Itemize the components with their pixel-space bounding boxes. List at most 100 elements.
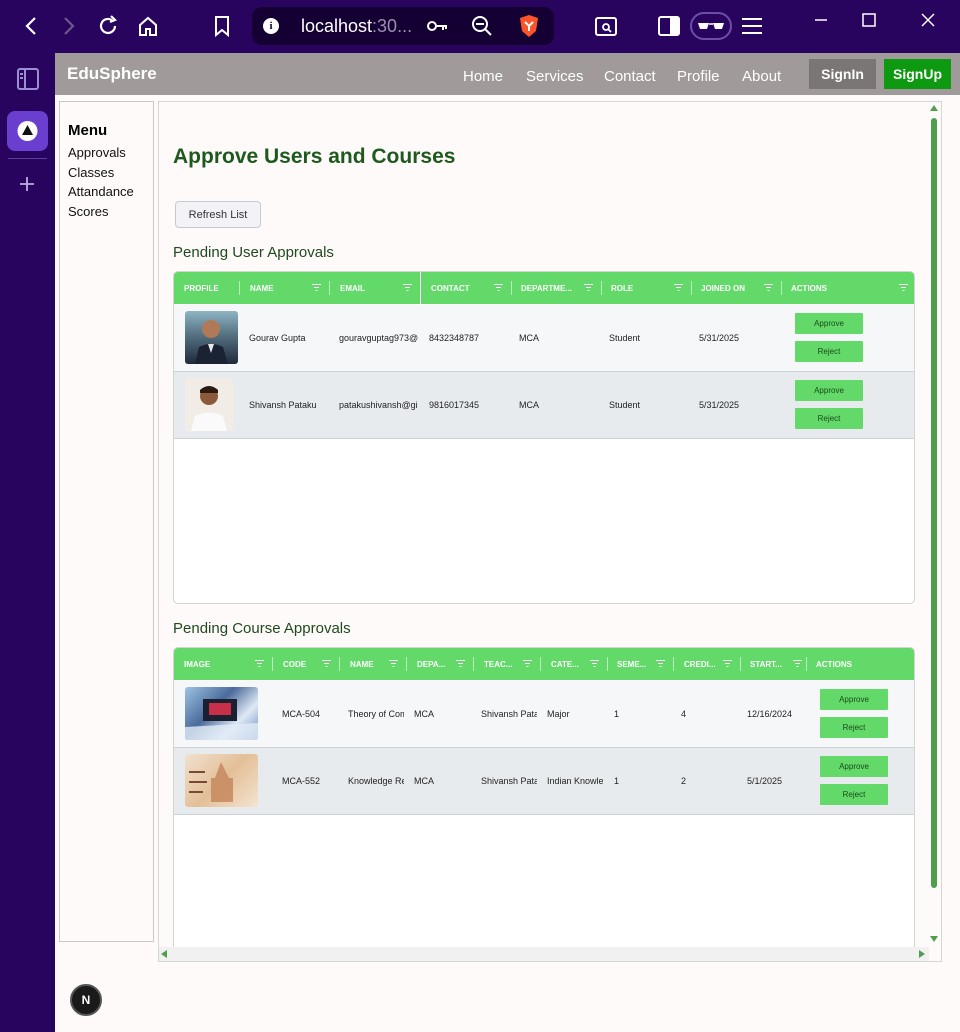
col-header-profile[interactable]: PROFILE [174, 272, 239, 304]
reject-button[interactable]: Reject [820, 717, 888, 738]
zoom-out-icon[interactable] [470, 15, 494, 37]
col-header-department[interactable]: DEPA... [407, 648, 473, 680]
scroll-left-icon[interactable] [161, 950, 167, 958]
filter-icon[interactable] [793, 660, 802, 667]
table-row[interactable]: MCA-504 Theory of Com MCA Shivansh Patak… [174, 681, 914, 748]
brave-shield-icon[interactable] [516, 13, 542, 39]
col-header-contact[interactable]: CONTACT [421, 272, 511, 304]
tab-search-icon[interactable] [592, 12, 620, 40]
filter-icon[interactable] [899, 284, 908, 291]
col-header-name[interactable]: NAME [240, 272, 329, 304]
filter-icon[interactable] [312, 284, 321, 291]
menu-item-approvals[interactable]: Approvals [68, 145, 126, 160]
approve-button[interactable]: Approve [795, 380, 863, 401]
filter-icon[interactable] [674, 284, 683, 291]
filter-icon[interactable] [456, 660, 465, 667]
menu-item-scores[interactable]: Scores [68, 204, 108, 219]
col-header-image[interactable]: IMAGE [174, 648, 272, 680]
approve-button[interactable]: Approve [820, 756, 888, 777]
nav-contact[interactable]: Contact [604, 68, 656, 85]
scroll-up-icon[interactable] [930, 105, 938, 111]
reject-button[interactable]: Reject [795, 408, 863, 429]
table-row[interactable]: Shivansh Pataku patakushivansh@gi 981601… [174, 372, 914, 439]
filter-icon[interactable] [723, 660, 732, 667]
col-header-name[interactable]: NAME [340, 648, 406, 680]
col-header-email[interactable]: EMAIL [330, 272, 420, 304]
nav-about[interactable]: About [742, 68, 781, 85]
course-start: 12/16/2024 [747, 709, 793, 719]
filter-icon[interactable] [590, 660, 599, 667]
approve-button[interactable]: Approve [820, 689, 888, 710]
col-header-actions[interactable]: ACTIONS [806, 648, 914, 680]
user-avatar [185, 311, 238, 364]
scroll-right-icon[interactable] [919, 950, 925, 958]
horizontal-scrollbar[interactable] [159, 947, 929, 961]
nav-home[interactable]: Home [463, 68, 503, 85]
filter-icon[interactable] [494, 284, 503, 291]
nav-services[interactable]: Services [526, 68, 584, 85]
key-icon[interactable] [426, 16, 450, 36]
col-header-category[interactable]: CATE... [541, 648, 607, 680]
filter-icon[interactable] [389, 660, 398, 667]
add-panel-icon[interactable] [16, 173, 38, 195]
refresh-list-button[interactable]: Refresh List [175, 201, 261, 228]
filter-icon[interactable] [764, 284, 773, 291]
col-header-role[interactable]: ROLE [601, 272, 691, 304]
address-bar[interactable]: i localhost:30... [252, 7, 554, 45]
scrollbar-thumb[interactable] [931, 118, 937, 888]
menu-icon[interactable] [738, 13, 766, 39]
maximize-icon[interactable] [856, 10, 882, 30]
col-header-credits[interactable]: CREDI... [674, 648, 740, 680]
col-header-department[interactable]: DEPARTME... [511, 272, 601, 304]
home-icon[interactable] [134, 12, 162, 40]
filter-icon[interactable] [322, 660, 331, 667]
bookmark-icon[interactable] [208, 12, 236, 40]
user-approvals-title: Pending User Approvals [173, 244, 334, 261]
sidebar-panel-icon[interactable] [14, 66, 42, 92]
menu-title: Menu [68, 122, 108, 139]
minimize-icon[interactable] [808, 10, 834, 30]
menu-item-attendance[interactable]: Attandance [68, 184, 134, 199]
reject-button[interactable]: Reject [795, 341, 863, 362]
col-header-joined-on[interactable]: JOINED ON [691, 272, 781, 304]
signup-button[interactable]: SignUp [884, 59, 951, 89]
table-row[interactable]: MCA-552 Knowledge Rep MCA Shivansh Patak… [174, 748, 914, 815]
approve-button[interactable]: Approve [795, 313, 863, 334]
course-department: MCA [414, 709, 434, 719]
url-text[interactable]: localhost:30... [301, 16, 412, 37]
brand-logo[interactable]: EduSphere [67, 64, 157, 84]
col-header-code[interactable]: CODE [273, 648, 339, 680]
private-window-icon[interactable] [690, 12, 732, 40]
sidebar-divider [8, 158, 47, 159]
nav-profile[interactable]: Profile [677, 68, 720, 85]
table-row[interactable]: Gourav Gupta gouravguptag973@ 8432348787… [174, 305, 914, 372]
dev-tools-badge[interactable]: N [70, 984, 102, 1016]
back-icon[interactable] [18, 14, 44, 38]
col-header-actions[interactable]: ACTIONS [781, 272, 914, 304]
filter-icon[interactable] [403, 284, 412, 291]
vertical-scrollbar[interactable] [927, 102, 941, 948]
close-window-icon[interactable] [915, 10, 941, 30]
col-header-teacher[interactable]: TEAC... [474, 648, 540, 680]
col-header-semester[interactable]: SEME... [607, 648, 673, 680]
browser-sidebar [0, 53, 55, 1032]
side-menu: Menu Approvals Classes Attandance Scores [59, 101, 154, 942]
forward-icon[interactable] [56, 14, 82, 38]
col-header-start[interactable]: START... [740, 648, 806, 680]
filter-icon[interactable] [255, 660, 264, 667]
filter-icon[interactable] [523, 660, 532, 667]
site-info-icon[interactable]: i [263, 18, 279, 34]
sidebar-app-button[interactable] [7, 111, 48, 151]
filter-icon[interactable] [584, 284, 593, 291]
reload-icon[interactable] [94, 12, 122, 40]
menu-item-classes[interactable]: Classes [68, 165, 114, 180]
user-contact: 8432348787 [429, 333, 480, 343]
scroll-down-icon[interactable] [930, 936, 938, 942]
reject-button[interactable]: Reject [820, 784, 888, 805]
course-credits: 2 [681, 776, 687, 786]
filter-icon[interactable] [656, 660, 665, 667]
course-image [185, 687, 258, 740]
top-navbar: EduSphere Home Services Contact Profile … [55, 53, 960, 95]
signin-button[interactable]: SignIn [809, 59, 876, 89]
sidebar-toggle-icon[interactable] [655, 12, 683, 40]
